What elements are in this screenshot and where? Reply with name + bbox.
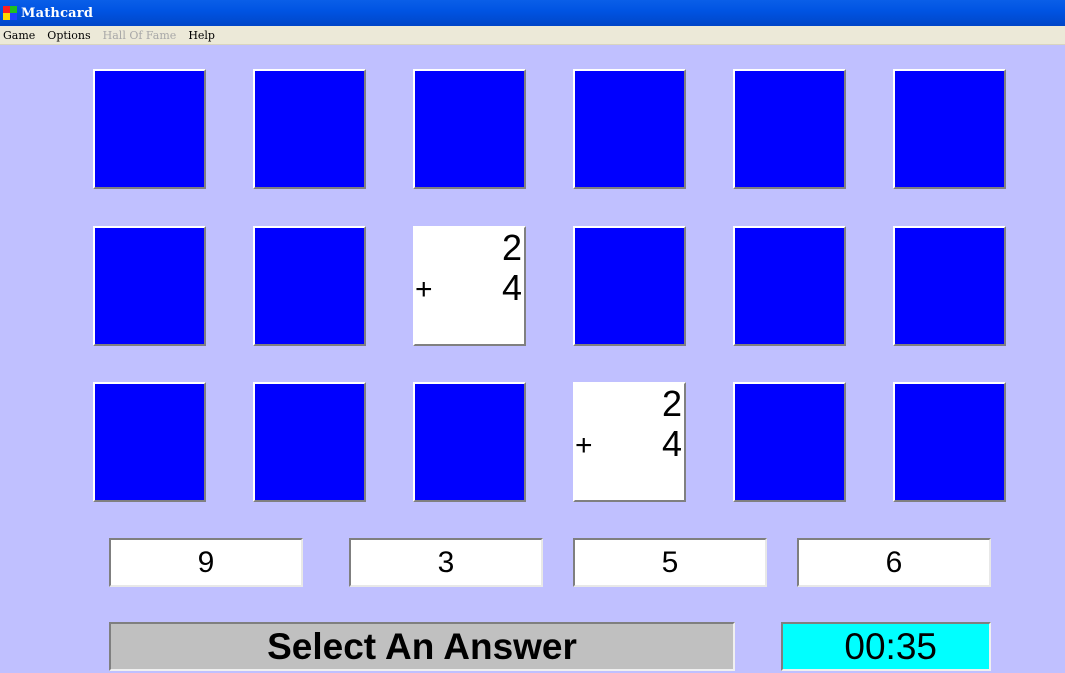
menu-options[interactable]: Options	[47, 29, 90, 42]
card-r2-c2[interactable]	[253, 226, 366, 346]
card-r1-c1[interactable]	[93, 69, 206, 189]
answer-option-1[interactable]: 9	[109, 538, 303, 587]
answer-option-2[interactable]: 3	[349, 538, 543, 587]
card-r3-c2[interactable]	[253, 382, 366, 502]
card-operator: +	[415, 273, 433, 306]
card-r3-c3[interactable]	[413, 382, 526, 502]
card-r1-c5[interactable]	[733, 69, 846, 189]
card-r3-c5[interactable]	[733, 382, 846, 502]
card-r2-c4[interactable]	[573, 226, 686, 346]
answer-option-4[interactable]: 6	[797, 538, 991, 587]
card-r1-c3[interactable]	[413, 69, 526, 189]
menu-hall-of-fame: Hall Of Fame	[102, 28, 177, 42]
window-title: Mathcard	[21, 5, 94, 21]
menu-game[interactable]: Game	[3, 29, 35, 42]
card-r3-c4-revealed[interactable]: 2 + 4	[573, 382, 686, 502]
menu-bar: Game Options Hall Of Fame Help	[0, 26, 1065, 45]
card-top-number: 2	[501, 227, 522, 268]
card-r2-c1[interactable]	[93, 226, 206, 346]
card-r2-c3-revealed[interactable]: 2 + 4	[413, 226, 526, 346]
card-r3-c6[interactable]	[893, 382, 1006, 502]
card-r1-c6[interactable]	[893, 69, 1006, 189]
card-top-number: 2	[661, 383, 682, 424]
card-bottom-number: 4	[501, 267, 522, 308]
card-r1-c4[interactable]	[573, 69, 686, 189]
card-bottom-number: 4	[661, 423, 682, 464]
card-r2-c5[interactable]	[733, 226, 846, 346]
card-r2-c6[interactable]	[893, 226, 1006, 346]
status-message: Select An Answer	[109, 622, 735, 671]
card-r3-c1[interactable]	[93, 382, 206, 502]
menu-help[interactable]: Help	[188, 29, 215, 42]
app-icon[interactable]	[3, 6, 17, 20]
timer-display: 00:35	[781, 622, 991, 671]
answer-option-3[interactable]: 5	[573, 538, 767, 587]
card-operator: +	[575, 429, 593, 462]
card-r1-c2[interactable]	[253, 69, 366, 189]
title-bar: Mathcard	[0, 0, 1065, 26]
